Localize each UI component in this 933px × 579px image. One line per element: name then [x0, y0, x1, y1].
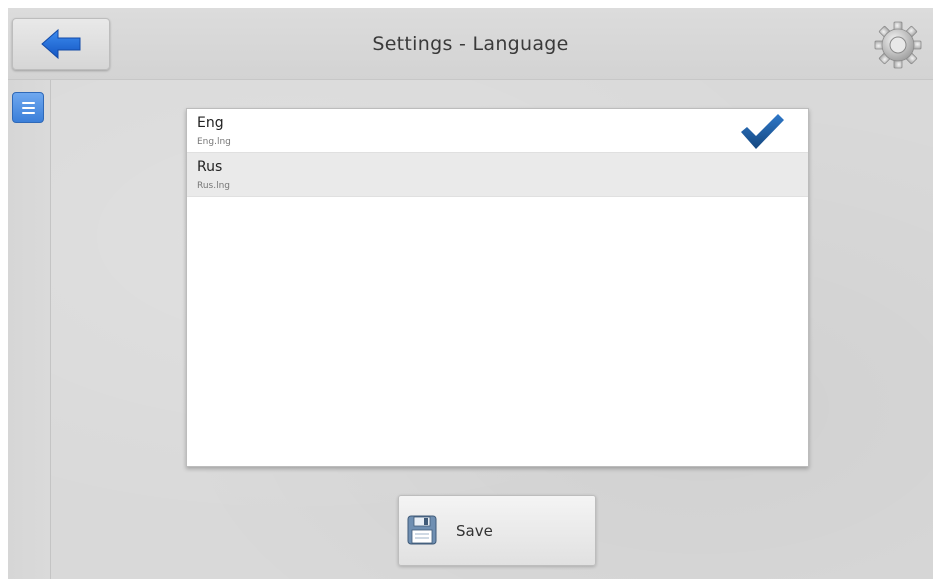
menu-icon	[21, 101, 35, 104]
language-file: Rus.lng	[197, 181, 231, 191]
header-bar: Settings - Language	[8, 8, 933, 80]
settings-button[interactable]	[873, 20, 923, 70]
floppy-disk-icon	[407, 515, 437, 545]
menu-icon-line	[21, 111, 35, 114]
language-name: Rus	[197, 159, 223, 175]
menu-icon-line	[21, 106, 35, 109]
language-item-rus[interactable]: Rus Rus.lng	[187, 153, 808, 197]
sidebar	[8, 80, 51, 579]
save-label: Save	[456, 522, 493, 540]
menu-button[interactable]	[12, 92, 44, 123]
save-button[interactable]: Save	[398, 495, 596, 566]
app-screen: Settings - Language Eng Eng.lng Rus Rus.…	[8, 8, 933, 579]
checkmark-icon	[741, 114, 784, 149]
language-file: Eng.lng	[197, 137, 231, 147]
page-title: Settings - Language	[372, 33, 569, 55]
language-item-eng[interactable]: Eng Eng.lng	[187, 109, 808, 153]
language-name: Eng	[197, 115, 224, 131]
gear-icon	[874, 21, 922, 69]
language-list: Eng Eng.lng Rus Rus.lng	[186, 108, 809, 467]
